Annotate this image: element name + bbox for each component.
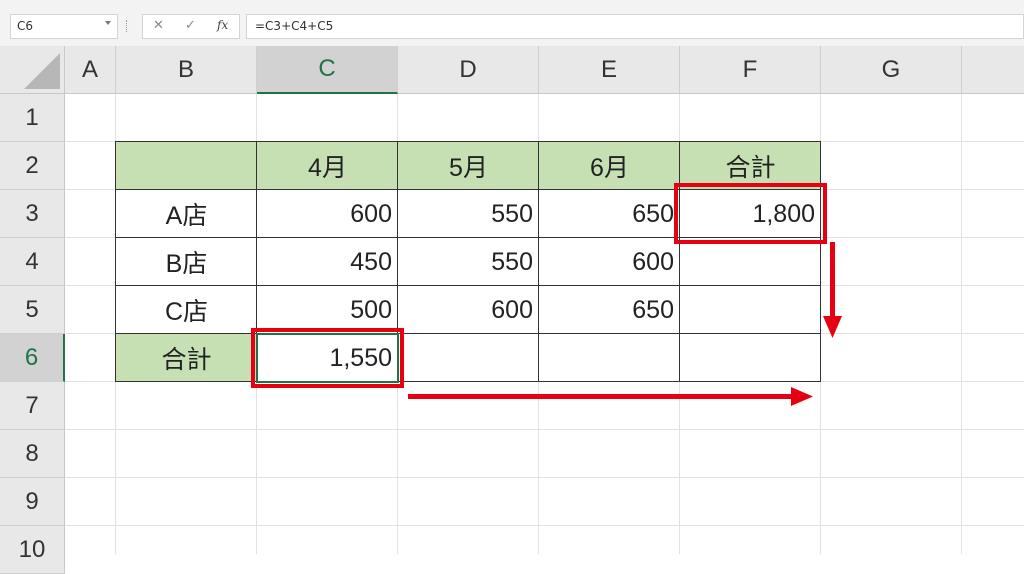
row-header-3[interactable]: 3 <box>0 190 65 238</box>
column-header-h[interactable] <box>962 46 1024 94</box>
cell-e5[interactable]: 650 <box>539 286 680 334</box>
formula-bar: C6 ✕ ✓ fx =C3+C4+C5 <box>0 0 1024 47</box>
cell-c4[interactable]: 450 <box>257 238 398 286</box>
row-header-7[interactable]: 7 <box>0 382 65 430</box>
cell-b4[interactable]: B店 <box>116 238 257 286</box>
name-box-value: C6 <box>17 19 34 33</box>
cancel-icon[interactable]: ✕ <box>153 18 164 33</box>
row-header-4[interactable]: 4 <box>0 238 65 286</box>
cell-b2[interactable] <box>116 142 257 190</box>
row-header-1[interactable]: 1 <box>0 94 65 142</box>
insert-function-icon[interactable]: fx <box>217 18 228 32</box>
row-header-10[interactable]: 10 <box>0 526 65 574</box>
name-box[interactable]: C6 <box>10 14 118 39</box>
cell-c2[interactable]: 4月 <box>257 142 398 190</box>
row-header-6[interactable]: 6 <box>0 334 65 382</box>
cell-e4[interactable]: 600 <box>539 238 680 286</box>
cell-d6[interactable] <box>398 334 539 382</box>
column-header-e[interactable]: E <box>539 46 680 94</box>
worksheet-grid[interactable]: A B C D E F G 1 2 3 4 5 6 7 8 9 10 4月 5月… <box>0 46 1024 574</box>
cell-b3[interactable]: A店 <box>116 190 257 238</box>
cell-e2[interactable]: 6月 <box>539 142 680 190</box>
formula-input[interactable]: =C3+C4+C5 <box>246 14 1024 39</box>
column-header-d[interactable]: D <box>398 46 539 94</box>
select-all-button[interactable] <box>0 46 65 94</box>
cell-c3[interactable]: 600 <box>257 190 398 238</box>
row-header-9[interactable]: 9 <box>0 478 65 526</box>
column-header-g[interactable]: G <box>821 46 962 94</box>
highlight-box-f3 <box>674 183 827 244</box>
chevron-down-icon[interactable] <box>105 21 111 25</box>
highlight-box-c6 <box>251 328 404 388</box>
formula-buttons: ✕ ✓ fx <box>142 14 240 39</box>
formula-bar-separator <box>126 20 129 32</box>
enter-icon[interactable]: ✓ <box>185 18 196 33</box>
cell-d2[interactable]: 5月 <box>398 142 539 190</box>
cell-c5[interactable]: 500 <box>257 286 398 334</box>
cell-b5[interactable]: C店 <box>116 286 257 334</box>
row-header-5[interactable]: 5 <box>0 286 65 334</box>
cell-f4[interactable] <box>680 238 821 286</box>
right-arrow-icon <box>408 387 813 406</box>
row-header-2[interactable]: 2 <box>0 142 65 190</box>
cell-d4[interactable]: 550 <box>398 238 539 286</box>
cell-f5[interactable] <box>680 286 821 334</box>
formula-text: =C3+C4+C5 <box>255 19 334 33</box>
cell-e6[interactable] <box>539 334 680 382</box>
cell-f6[interactable] <box>680 334 821 382</box>
column-header-b[interactable]: B <box>116 46 257 94</box>
column-header-c[interactable]: C <box>257 46 398 94</box>
cell-d3[interactable]: 550 <box>398 190 539 238</box>
cell-b6[interactable]: 合計 <box>116 334 257 382</box>
row-header-8[interactable]: 8 <box>0 430 65 478</box>
table-border <box>115 141 821 142</box>
cell-e3[interactable]: 650 <box>539 190 680 238</box>
column-header-f[interactable]: F <box>680 46 821 94</box>
cell-d5[interactable]: 600 <box>398 286 539 334</box>
down-arrow-icon <box>823 242 842 338</box>
column-header-a[interactable]: A <box>65 46 116 94</box>
